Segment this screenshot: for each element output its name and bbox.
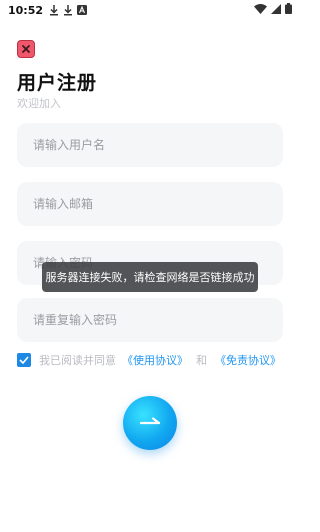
agreement-row: 我已阅读并同意 《使用协议》 和 《免责协议》 [17,352,287,368]
error-toast: 服务器连接失败，请检查网络是否链接成功 [42,262,258,292]
status-notification-icons [49,4,88,16]
email-input[interactable] [17,182,283,226]
submit-button[interactable] [123,396,177,450]
close-icon [21,44,31,54]
wifi-icon [254,3,267,17]
confirm-password-input[interactable] [17,298,283,342]
notification-a-icon [77,5,88,15]
battery-icon [285,3,292,17]
page-subtitle: 欢迎加入 [17,97,61,110]
download-icon [49,4,59,16]
status-time: 10:52 [8,3,44,17]
disclaimer-link[interactable]: 《免责协议》 [215,352,281,368]
close-button[interactable] [17,40,35,58]
agreement-checkbox[interactable] [17,353,31,367]
status-right-icons [254,3,292,17]
status-bar: 10:52 [0,0,300,20]
terms-link[interactable]: 《使用协议》 [122,352,188,368]
download-icon [63,4,73,16]
agreement-and-text: 和 [196,354,207,367]
username-input[interactable] [17,123,283,167]
page-title: 用户注册 [17,72,98,94]
signal-icon [271,3,281,17]
agreement-text: 我已阅读并同意 [39,354,116,367]
arrow-right-icon [139,414,161,433]
